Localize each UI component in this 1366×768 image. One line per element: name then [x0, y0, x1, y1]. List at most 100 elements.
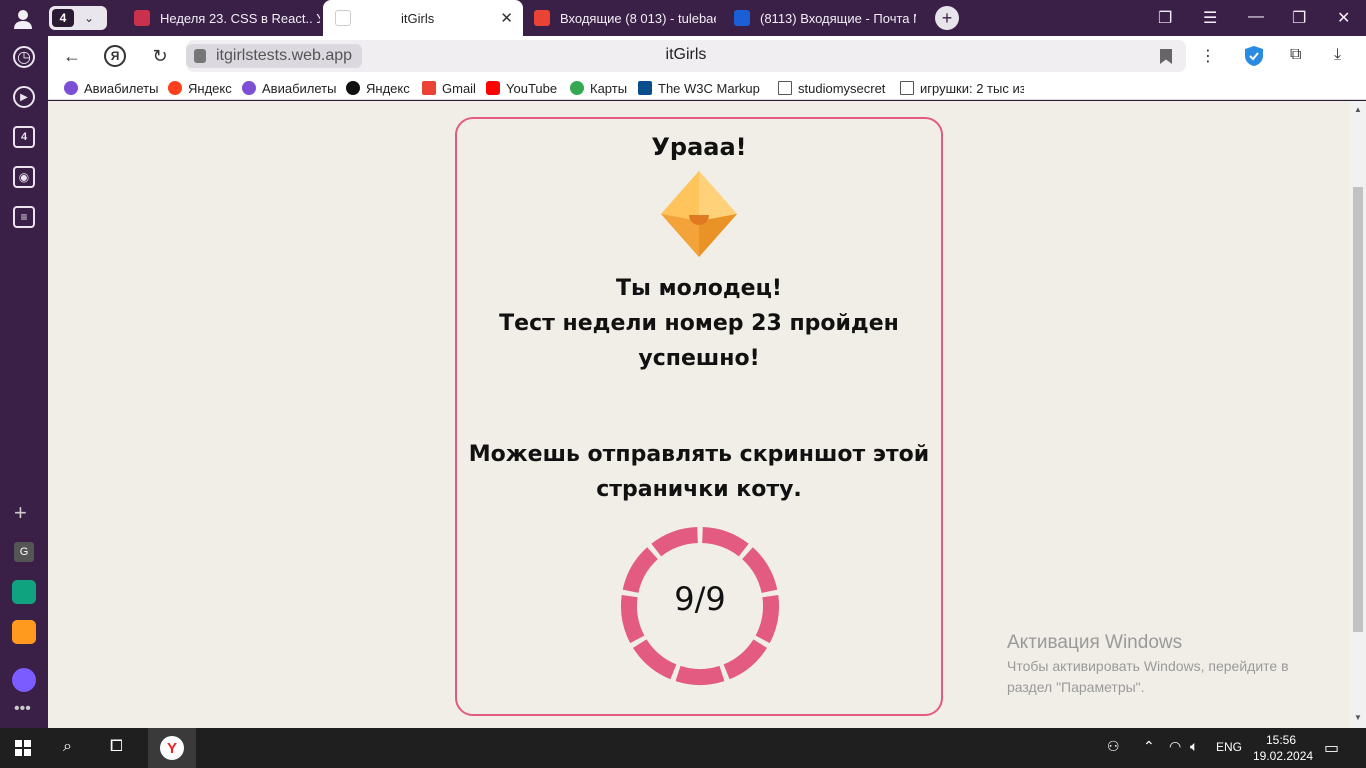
alice-icon[interactable]	[12, 668, 36, 692]
notes-icon[interactable]: ≡	[13, 206, 35, 228]
minimize-icon[interactable]: —	[1248, 8, 1264, 26]
tab-bar: 4 ⌄ Неделя 23. CSS в React.. Уро itGirls…	[0, 0, 1366, 36]
tab-mail-ru[interactable]: (8113) Входящие - Почта Mail	[726, 0, 916, 36]
itgirls-favicon-icon	[335, 10, 351, 26]
more-vert-icon[interactable]: ⋮	[1200, 46, 1216, 66]
bookmark-label: Авиабилеты	[262, 80, 337, 96]
g-app-icon[interactable]: G	[14, 542, 34, 562]
clock[interactable]: 15:56 19.02.2024	[1253, 732, 1314, 764]
collections-icon[interactable]: ❐	[1158, 8, 1172, 28]
bookmark-label: The W3C Markup V	[658, 80, 762, 96]
tab-favicon-icon	[134, 10, 150, 26]
gmail-favicon-icon	[534, 10, 550, 26]
mail-favicon-icon	[734, 10, 750, 26]
bookmark-label: Gmail	[442, 80, 476, 96]
chatgpt-icon[interactable]	[12, 580, 36, 604]
extensions-icon[interactable]: ⧉	[1290, 46, 1301, 64]
lock-icon[interactable]	[194, 49, 206, 63]
yandex-home-icon[interactable]: Я	[104, 45, 126, 67]
clock-time: 15:56	[1265, 733, 1297, 747]
bookmark-item[interactable]: studiomysecret	[778, 80, 885, 96]
crystal-icon	[661, 171, 737, 257]
profile-icon[interactable]	[12, 8, 34, 30]
task-view-icon[interactable]: ⧠	[110, 738, 123, 756]
url-domain[interactable]: itgirlstests.web.app	[186, 44, 363, 68]
volume-icon[interactable]: 🔈︎	[1190, 738, 1198, 755]
share-line-2: странички коту.	[596, 477, 802, 502]
new-tab-button[interactable]: +	[935, 6, 959, 30]
menu-icon[interactable]: ☰	[1203, 8, 1217, 28]
reload-icon[interactable]: ↻	[148, 44, 172, 68]
bookmark-item[interactable]: The W3C Markup V	[638, 80, 762, 96]
people-icon[interactable]: ⚇	[1107, 738, 1120, 755]
maps-icon	[570, 81, 584, 95]
wifi-icon[interactable]: ◠	[1169, 738, 1181, 755]
close-window-icon[interactable]: ✕	[1337, 8, 1350, 28]
restore-icon[interactable]: ❐	[1292, 8, 1306, 28]
windows-start-icon[interactable]	[15, 740, 31, 756]
share-line-1: Можешь отправлять скриншот этой	[468, 442, 930, 467]
score-segment	[723, 639, 767, 680]
bookmark-label: YouTube	[506, 80, 558, 96]
tab-title: Входящие (8 013) - tulebae	[560, 10, 716, 26]
play-icon[interactable]: ▶	[13, 86, 35, 108]
page-scrollbar[interactable]: ▲ ▼	[1350, 101, 1366, 728]
tab-title: Неделя 23. CSS в React.. Уро	[160, 10, 320, 26]
yandex-icon	[168, 81, 182, 95]
watermark-title: Активация Windows	[1007, 632, 1183, 653]
language-indicator[interactable]: ENG	[1216, 740, 1242, 754]
bookmark-item[interactable]: Авиабилеты	[242, 80, 336, 96]
tab-count: 4	[52, 9, 74, 27]
scrollbar-thumb[interactable]	[1353, 187, 1363, 632]
tab-itgirls[interactable]: itGirls ✕	[323, 0, 523, 36]
protect-shield-icon[interactable]	[1244, 45, 1264, 67]
tab-title: itGirls	[401, 10, 435, 26]
close-tab-icon[interactable]: ✕	[500, 9, 513, 27]
clock-date: 19.02.2024	[1253, 749, 1314, 763]
tabs-counter-icon[interactable]: 4	[13, 126, 35, 148]
notifications-icon[interactable]: ▭	[1324, 738, 1339, 758]
add-panel-icon[interactable]: +	[14, 500, 27, 526]
score-segment	[633, 639, 677, 680]
gmail-icon	[422, 81, 436, 95]
result-heading: Урааа!	[651, 133, 747, 161]
avia-icon	[64, 81, 78, 95]
success-line: успешно!	[638, 346, 760, 371]
bookmark-item[interactable]: Авиабилеты	[64, 80, 158, 96]
bookmarks-bar: Авиабилеты Яндекс Авиабилеты Яндекс Gmai…	[48, 76, 1366, 100]
search-icon[interactable]: ⌕	[63, 738, 72, 756]
mail-app-icon[interactable]	[12, 620, 36, 644]
download-icon[interactable]: ⤓	[1334, 46, 1341, 64]
bookmark-item[interactable]: Карты	[570, 80, 627, 96]
back-icon[interactable]: ←	[60, 44, 84, 68]
url-bar[interactable]: itGirls itgirlstests.web.app	[186, 40, 1186, 72]
page-content: Урааа! Ты молодец! Тест недели номер 23 …	[48, 101, 1350, 728]
tab-counter-button[interactable]: 4 ⌄	[49, 6, 107, 30]
scroll-down-icon[interactable]: ▼	[1354, 713, 1362, 722]
bookmark-label: studiomysecret	[798, 80, 886, 96]
bookmark-item[interactable]: Gmail	[422, 80, 476, 96]
bookmark-label: Карты	[590, 80, 628, 96]
bookmark-item[interactable]: YouTube	[486, 80, 557, 96]
scroll-up-icon[interactable]: ▲	[1354, 105, 1362, 114]
screenshot-icon[interactable]: ◉	[13, 166, 35, 188]
chevron-up-icon[interactable]: ⌃	[1143, 738, 1155, 755]
result-card: Урааа! Ты молодец! Тест недели номер 23 …	[455, 117, 943, 716]
bookmark-item[interactable]: игрушки: 2 тыс изо	[900, 80, 1024, 96]
more-icon[interactable]: •••	[14, 700, 31, 718]
bookmark-item[interactable]: Яндекс	[346, 80, 410, 96]
yandex-browser-taskbar-button[interactable]: Y	[148, 728, 196, 768]
windows-taskbar: ⌕ ⧠ Y ⚇ ⌃ ◠ 🔈︎ ENG 15:56 19.02.2024 ▭	[0, 728, 1366, 768]
tab-gmail[interactable]: Входящие (8 013) - tulebae	[526, 0, 716, 36]
score-segment	[702, 527, 749, 557]
windows-activation-watermark: Активация Windows Чтобы активировать Win…	[1007, 632, 1327, 698]
address-row: ← Я ↻ itGirls itgirlstests.web.app ⋮ ⧉ ⤓	[48, 36, 1366, 76]
w3c-icon	[638, 81, 652, 95]
history-icon[interactable]: ◷	[13, 46, 35, 68]
yandex-browser-icon: Y	[160, 736, 184, 760]
bookmark-label: Яндекс	[188, 80, 232, 96]
tab-title: (8113) Входящие - Почта Mail	[760, 10, 916, 26]
tab-css-react[interactable]: Неделя 23. CSS в React.. Уро	[122, 0, 320, 36]
bookmark-item[interactable]: Яндекс	[168, 80, 232, 96]
yandex-icon	[346, 81, 360, 95]
